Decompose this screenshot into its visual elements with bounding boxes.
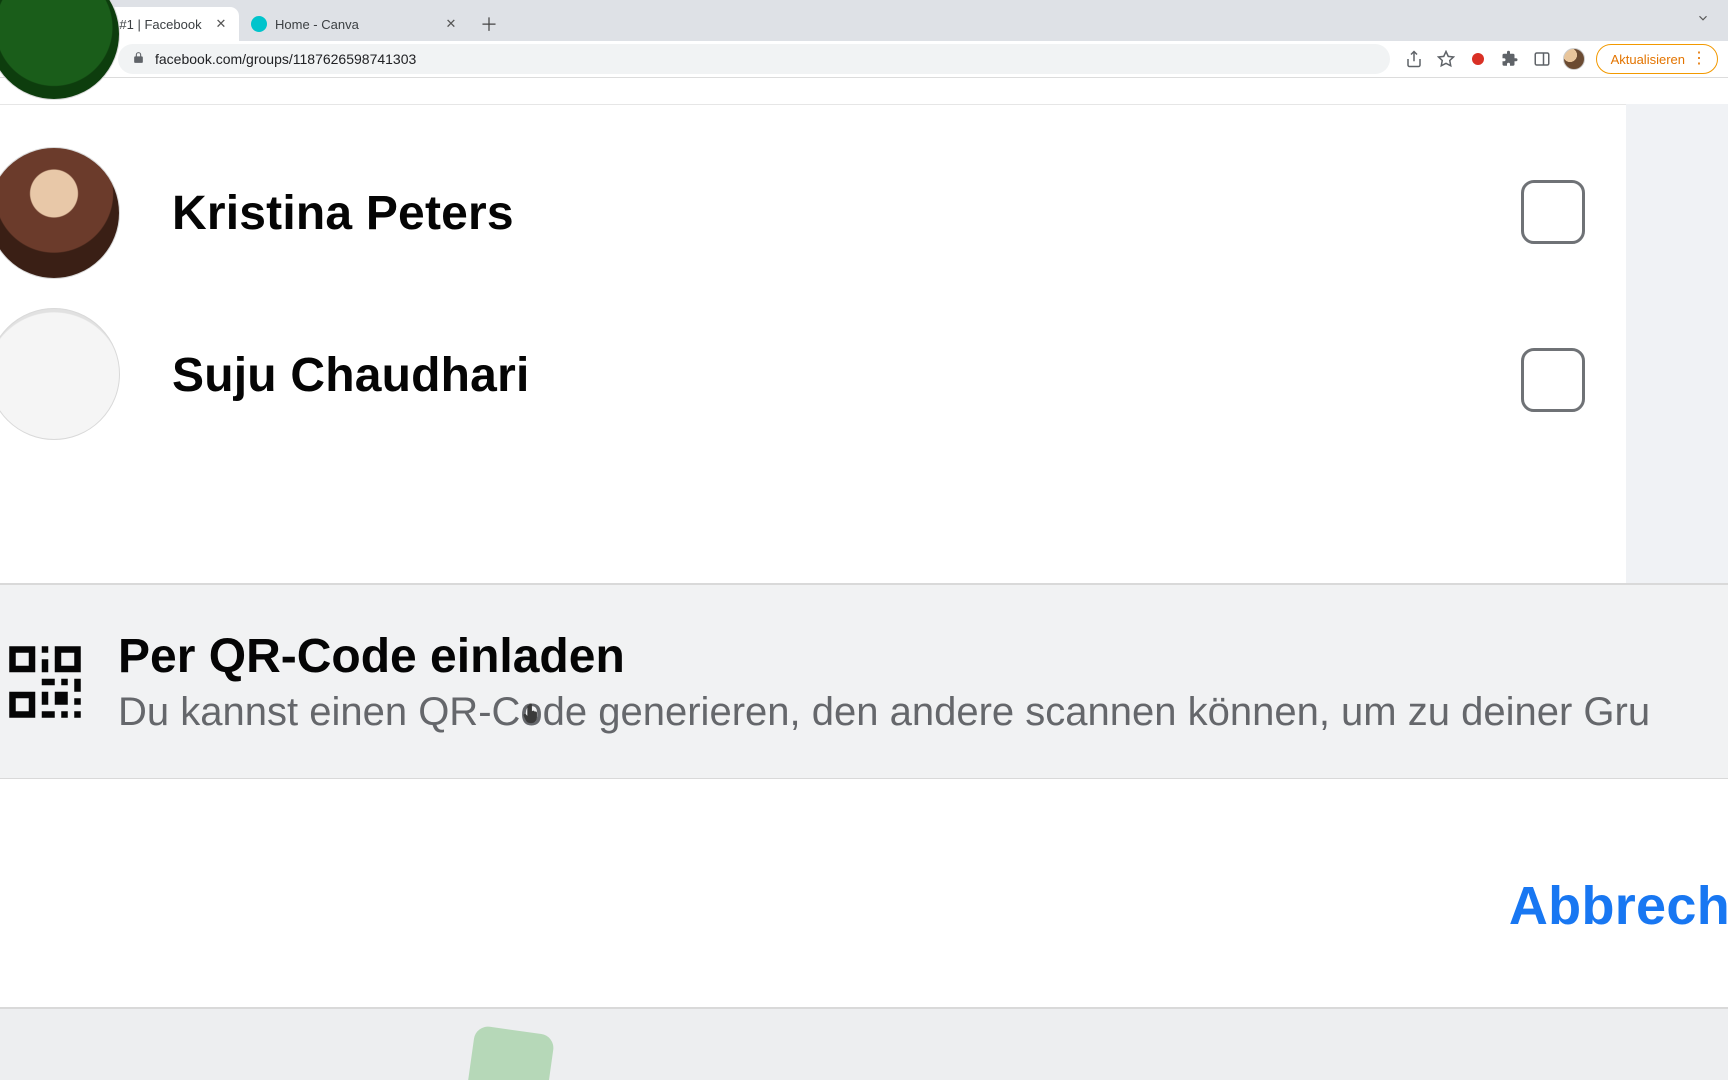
page-content: Kristina Peters Suju Chaudhari Per bbox=[0, 78, 1728, 1080]
tab-close-button[interactable]: ✕ bbox=[213, 16, 229, 32]
avatar bbox=[0, 308, 120, 440]
browser-toolbar: facebook.com/groups/1187626598741303 Akt… bbox=[0, 41, 1728, 78]
cancel-button[interactable]: Abbrech bbox=[1509, 875, 1728, 937]
extensions-button[interactable] bbox=[1496, 45, 1524, 73]
side-panel-button[interactable] bbox=[1528, 45, 1556, 73]
member-row-partial bbox=[0, 78, 1728, 118]
lock-icon bbox=[132, 51, 145, 67]
tab-title: Home - Canva bbox=[275, 17, 435, 32]
member-checkbox[interactable] bbox=[1521, 348, 1585, 412]
member-row[interactable]: Kristina Peters bbox=[0, 118, 1728, 308]
member-checkbox[interactable] bbox=[1521, 180, 1585, 244]
member-row[interactable]: Suju Chaudhari bbox=[0, 308, 1728, 428]
bookmark-button[interactable] bbox=[1432, 45, 1460, 73]
url-text: facebook.com/groups/1187626598741303 bbox=[155, 51, 416, 67]
member-name: Suju Chaudhari bbox=[172, 348, 529, 403]
new-tab-button[interactable]: ＋ bbox=[475, 10, 503, 38]
member-name: Kristina Peters bbox=[172, 186, 514, 241]
profile-avatar-button[interactable] bbox=[1560, 45, 1588, 73]
invite-by-qr-option[interactable]: Per QR-Code einladen Du kannst einen QR-… bbox=[0, 583, 1728, 779]
kebab-icon: ⋮ bbox=[1691, 51, 1707, 67]
avatar bbox=[0, 147, 120, 279]
qr-invite-subtitle: Du kannst einen QR-Code generieren, den … bbox=[118, 690, 1650, 735]
adblock-extension-icon[interactable] bbox=[1464, 45, 1492, 73]
qr-invite-title: Per QR-Code einladen bbox=[118, 629, 1650, 684]
background-illustration bbox=[465, 1025, 555, 1080]
page-background-dimmed bbox=[0, 1009, 1728, 1080]
qr-code-icon bbox=[6, 643, 84, 721]
avatar bbox=[0, 0, 120, 100]
member-list: Kristina Peters Suju Chaudhari bbox=[0, 78, 1728, 428]
modal-footer: Abbrech bbox=[0, 779, 1728, 1009]
tabstrip-menu-button[interactable] bbox=[1696, 11, 1710, 30]
address-bar[interactable]: facebook.com/groups/1187626598741303 bbox=[118, 44, 1390, 74]
share-button[interactable] bbox=[1400, 45, 1428, 73]
browser-tabstrip: f Test Gruppe #1 | Facebook ✕ Home - Can… bbox=[0, 0, 1728, 41]
update-button[interactable]: Aktualisieren ⋮ bbox=[1596, 44, 1718, 74]
update-label: Aktualisieren bbox=[1611, 52, 1685, 67]
tab-canva[interactable]: Home - Canva ✕ bbox=[239, 7, 469, 41]
tab-close-button[interactable]: ✕ bbox=[443, 16, 459, 32]
canva-favicon-icon bbox=[251, 16, 267, 32]
